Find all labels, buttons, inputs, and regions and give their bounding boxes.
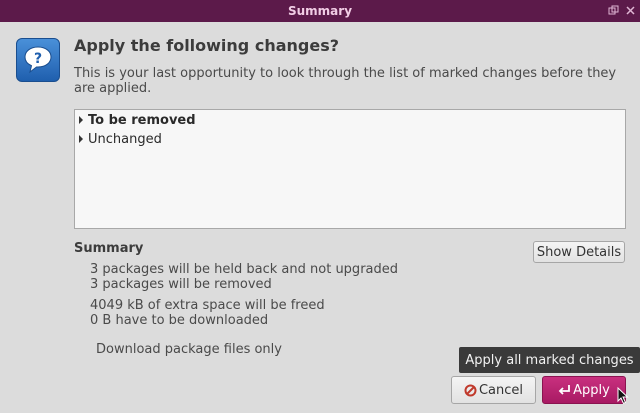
- download-only-checkbox[interactable]: Download package files only: [96, 342, 282, 357]
- changes-tree[interactable]: To be removed Unchanged: [74, 109, 626, 229]
- question-icon: ?: [16, 38, 60, 82]
- cancel-label: Cancel: [478, 382, 524, 398]
- window-title: Summary: [287, 4, 353, 18]
- dialog-description: This is your last opportunity to look th…: [74, 66, 617, 96]
- title-bar: Summary: [0, 0, 640, 22]
- close-icon[interactable]: [624, 5, 636, 17]
- summary-space-freed: 4049 kB of extra space will be freed: [90, 298, 325, 313]
- tree-item-label: To be removed: [88, 112, 196, 128]
- svg-text:?: ?: [34, 51, 42, 67]
- cancel-button[interactable]: Cancel: [451, 376, 536, 404]
- restore-icon[interactable]: [607, 5, 619, 17]
- summary-download-size: 0 B have to be downloaded: [90, 313, 269, 328]
- tree-item-unchanged[interactable]: Unchanged: [79, 130, 162, 148]
- tree-item-label: Unchanged: [88, 131, 162, 147]
- expander-arrow-icon[interactable]: [79, 116, 83, 124]
- summary-heading: Summary: [74, 241, 144, 256]
- expander-arrow-icon[interactable]: [79, 135, 83, 143]
- cancel-icon: [464, 384, 477, 397]
- return-arrow-icon: [558, 384, 571, 396]
- apply-label: Apply: [573, 382, 610, 398]
- show-details-button[interactable]: Show Details: [533, 241, 625, 263]
- mouse-cursor-icon: [617, 386, 629, 409]
- summary-held-back: 3 packages will be held back and not upg…: [90, 262, 399, 277]
- dialog-heading: Apply the following changes?: [74, 36, 339, 55]
- apply-tooltip: Apply all marked changes: [459, 347, 640, 373]
- apply-button[interactable]: Apply: [542, 376, 626, 404]
- summary-removed: 3 packages will be removed: [90, 277, 272, 292]
- tree-item-to-be-removed[interactable]: To be removed: [79, 111, 196, 129]
